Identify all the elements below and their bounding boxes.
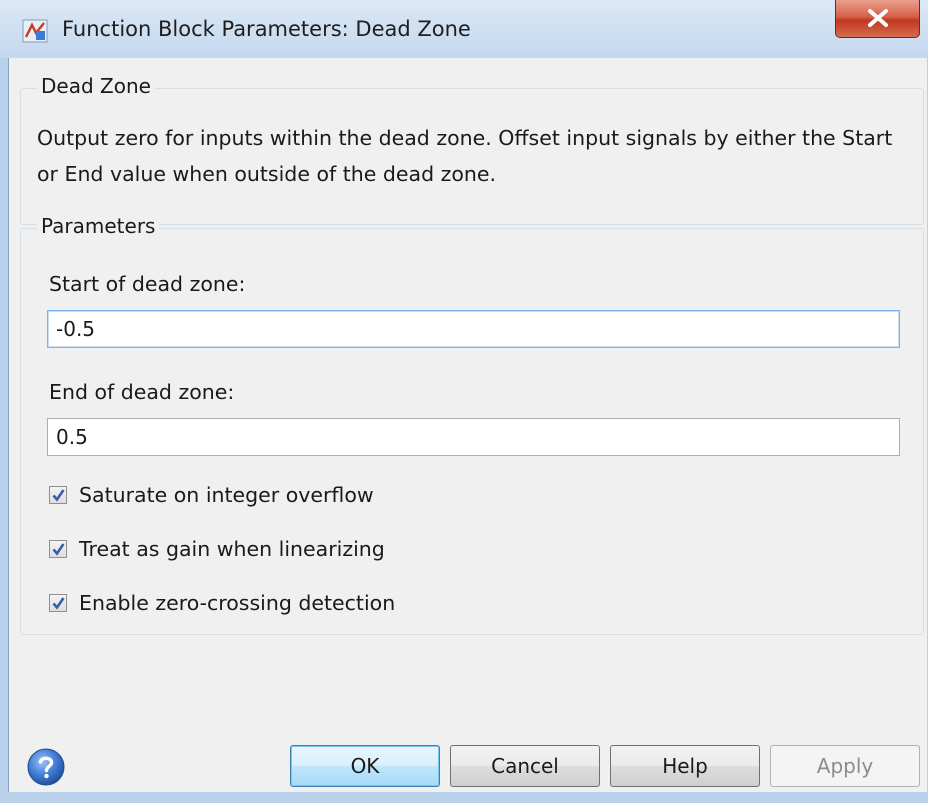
zero-crossing-checkbox[interactable] <box>49 594 67 612</box>
window-title: Function Block Parameters: Dead Zone <box>62 17 471 41</box>
saturate-overflow-label: Saturate on integer overflow <box>79 483 374 507</box>
help-question-icon[interactable] <box>26 747 66 787</box>
title-bar[interactable]: Function Block Parameters: Dead Zone <box>0 0 928 58</box>
start-of-dead-zone-input[interactable] <box>47 310 900 348</box>
parameters-group-legend: Parameters <box>37 214 160 238</box>
checkmark-icon <box>52 597 65 610</box>
end-of-dead-zone-input[interactable] <box>47 418 900 456</box>
help-button[interactable]: Help <box>610 745 760 787</box>
treat-as-gain-checkbox[interactable] <box>49 540 67 558</box>
checkmark-icon <box>52 543 65 556</box>
close-icon <box>868 9 888 27</box>
simulink-block-icon <box>22 19 48 43</box>
zero-crossing-checkbox-row[interactable]: Enable zero-crossing detection <box>49 590 395 616</box>
dialog-body: Dead Zone Output zero for inputs within … <box>8 58 927 792</box>
description-group-legend: Dead Zone <box>37 74 155 98</box>
close-button[interactable] <box>835 0 920 38</box>
saturate-overflow-checkbox-row[interactable]: Saturate on integer overflow <box>49 482 374 508</box>
dialog-window: Function Block Parameters: Dead Zone Dea… <box>0 0 928 803</box>
cancel-button[interactable]: Cancel <box>450 745 600 787</box>
checkmark-icon <box>52 489 65 502</box>
block-description: Output zero for inputs within the dead z… <box>37 126 893 186</box>
treat-as-gain-checkbox-row[interactable]: Treat as gain when linearizing <box>49 536 385 562</box>
ok-button[interactable]: OK <box>290 745 440 787</box>
start-of-dead-zone-label: Start of dead zone: <box>49 272 246 296</box>
apply-button[interactable]: Apply <box>770 745 920 787</box>
end-of-dead-zone-label: End of dead zone: <box>49 380 235 404</box>
saturate-overflow-checkbox[interactable] <box>49 486 67 504</box>
zero-crossing-label: Enable zero-crossing detection <box>79 591 396 615</box>
treat-as-gain-label: Treat as gain when linearizing <box>79 537 385 561</box>
